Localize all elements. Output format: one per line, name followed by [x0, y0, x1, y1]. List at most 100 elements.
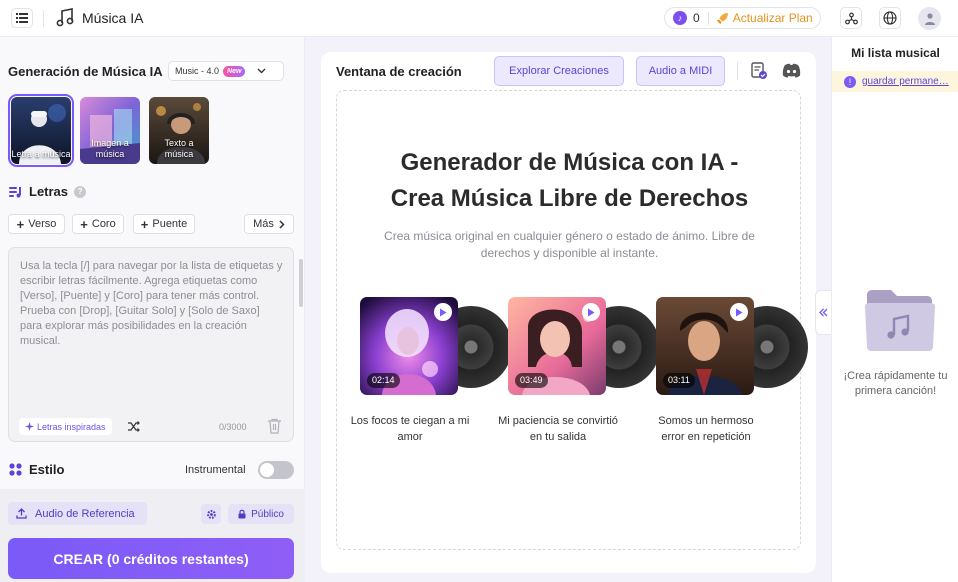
scrollbar-thumb[interactable]	[299, 259, 303, 307]
double-chevron-left-icon	[819, 308, 828, 317]
model-select[interactable]: Music - 4.0 New	[168, 61, 284, 81]
tag-label: Puente	[152, 218, 188, 230]
add-verse-tag-button[interactable]: + Verso	[8, 214, 65, 234]
chevron-right-icon	[279, 219, 285, 229]
top-header: Música IA ♪ 0 Actualizar Plan	[0, 0, 958, 37]
generator-panel: Generación de Música IA Music - 4.0 New …	[0, 37, 305, 582]
mode-label: Imagen a música	[91, 138, 129, 159]
lyrics-list-icon	[9, 186, 23, 198]
song-cover-art: 03:49	[508, 297, 606, 395]
mode-label: Letra a música	[11, 149, 71, 159]
mode-text-to-music[interactable]: Texto a música	[149, 97, 209, 164]
credit-coin-icon: ♪	[673, 11, 687, 25]
discord-icon[interactable]	[782, 63, 801, 78]
help-icon[interactable]: ?	[74, 185, 87, 198]
tag-label: Coro	[91, 218, 116, 230]
lyrics-title: Letras	[29, 184, 69, 199]
lock-icon	[238, 509, 246, 519]
play-icon[interactable]	[730, 303, 748, 321]
toggle-knob	[260, 463, 274, 477]
explore-creations-button[interactable]: Explorar Creaciones	[494, 56, 624, 86]
sparkle-icon	[25, 422, 34, 431]
generator-title: Generación de Música IA	[8, 64, 163, 79]
header-divider	[43, 10, 44, 27]
creation-window-title: Ventana de creación	[336, 64, 462, 79]
playlist-panel: Mi lista musical ! guardar permane… ¡Cre…	[831, 37, 958, 582]
add-bridge-tag-button[interactable]: + Puente	[133, 214, 195, 234]
mode-lyrics-to-music[interactable]: Letra a música	[8, 94, 74, 167]
music-note-icon	[56, 8, 74, 28]
hero-subtitle: Crea música original en cualquier género…	[384, 229, 755, 260]
more-label: Más	[253, 218, 274, 230]
save-permanently-link[interactable]: guardar permane…	[862, 76, 949, 87]
trash-icon[interactable]	[267, 418, 282, 434]
create-button[interactable]: CREAR (0 créditos restantes)	[8, 538, 294, 579]
gear-icon[interactable]	[201, 504, 221, 524]
lyrics-section-title: Letras ?	[9, 184, 87, 199]
user-avatar-icon[interactable]	[918, 7, 941, 30]
rocket-icon	[716, 12, 729, 25]
song-duration: 02:14	[367, 373, 400, 388]
add-chorus-tag-button[interactable]: + Coro	[72, 214, 124, 234]
reference-audio-button[interactable]: Audio de Referencia	[8, 502, 147, 525]
char-count: 0/3000	[219, 422, 247, 432]
creation-window: Ventana de creación Explorar Creaciones …	[321, 52, 816, 573]
public-label: Público	[251, 508, 284, 520]
tag-label: Verso	[28, 218, 57, 230]
hero-title-line1: Generador de Música con IA -	[400, 149, 739, 176]
share-network-icon[interactable]	[840, 7, 862, 29]
plus-icon: +	[140, 216, 149, 232]
hero-title-line2: Crea Música Libre de Derechos	[390, 185, 749, 212]
chevron-down-icon	[257, 68, 266, 74]
empty-playlist-text: ¡Crea rápidamente tu primera canción!	[843, 370, 948, 397]
info-icon: !	[844, 75, 856, 88]
empty-folder-icon	[863, 287, 937, 353]
model-selected-label: Music - 4.0	[175, 66, 220, 76]
shuffle-icon[interactable]	[128, 421, 140, 432]
mode-image-to-music[interactable]: Imagen a música	[80, 97, 140, 164]
style-title: Estilo	[29, 462, 65, 477]
style-grid-icon	[9, 463, 22, 476]
inspired-lyrics-button[interactable]: Letras inspiradas	[19, 418, 112, 435]
collapse-panel-handle[interactable]	[815, 290, 832, 335]
song-title: Los focos te ciegan a mi amor	[350, 415, 470, 443]
sample-song-card[interactable]: 03:49 Mi paciencia se convirtió en tu sa…	[498, 297, 660, 447]
mode-label: Texto a música	[164, 138, 194, 159]
lyrics-placeholder: Usa la tecla [/] para navegar por la lis…	[20, 260, 283, 347]
song-title: Somos un hermoso error en repetición	[658, 415, 754, 443]
song-duration: 03:11	[663, 373, 695, 388]
credits-upgrade-pill[interactable]: ♪ 0 Actualizar Plan	[664, 7, 821, 29]
toolbar-divider	[737, 62, 738, 80]
reference-audio-label: Audio de Referencia	[35, 507, 135, 520]
more-tags-button[interactable]: Más	[244, 214, 294, 234]
upgrade-plan-label: Actualizar Plan	[732, 11, 813, 25]
play-icon[interactable]	[582, 303, 600, 321]
instrumental-toggle[interactable]	[258, 461, 294, 479]
play-icon[interactable]	[434, 303, 452, 321]
plus-icon: +	[16, 216, 25, 232]
lyrics-textarea[interactable]: Usa la tecla [/] para navegar por la lis…	[8, 247, 294, 442]
song-cover-art: 02:14	[360, 297, 458, 395]
globe-icon[interactable]	[879, 7, 901, 29]
public-visibility-button[interactable]: Público	[228, 504, 294, 524]
song-title: Mi paciencia se convirtió en tu salida	[498, 415, 618, 443]
sample-song-card[interactable]: 02:14 Los focos te ciegan a mi amor	[351, 297, 512, 447]
credit-count: 0	[693, 11, 700, 25]
sample-song-card[interactable]: 03:11 Somos un hermoso error en repetici…	[656, 297, 808, 447]
document-check-icon[interactable]	[751, 62, 768, 80]
song-cover-art: 03:11	[656, 297, 754, 395]
style-section-title: Estilo	[9, 462, 64, 477]
plus-icon: +	[80, 216, 88, 232]
new-badge: New	[223, 65, 246, 77]
playlist-title: Mi lista musical	[851, 46, 940, 60]
inspired-lyrics-label: Letras inspiradas	[37, 421, 106, 432]
instrumental-label: Instrumental	[185, 464, 246, 476]
song-duration: 03:49	[515, 373, 548, 388]
app-title: Música IA	[82, 10, 144, 26]
audio-to-midi-button[interactable]: Audio a MIDI	[636, 56, 725, 86]
upload-icon	[16, 508, 27, 519]
creation-drop-area: Generador de Música con IA - Crea Música…	[336, 90, 808, 550]
pill-divider	[707, 11, 709, 25]
menu-icon[interactable]	[11, 8, 33, 28]
save-notice-banner: ! guardar permane…	[832, 71, 958, 92]
